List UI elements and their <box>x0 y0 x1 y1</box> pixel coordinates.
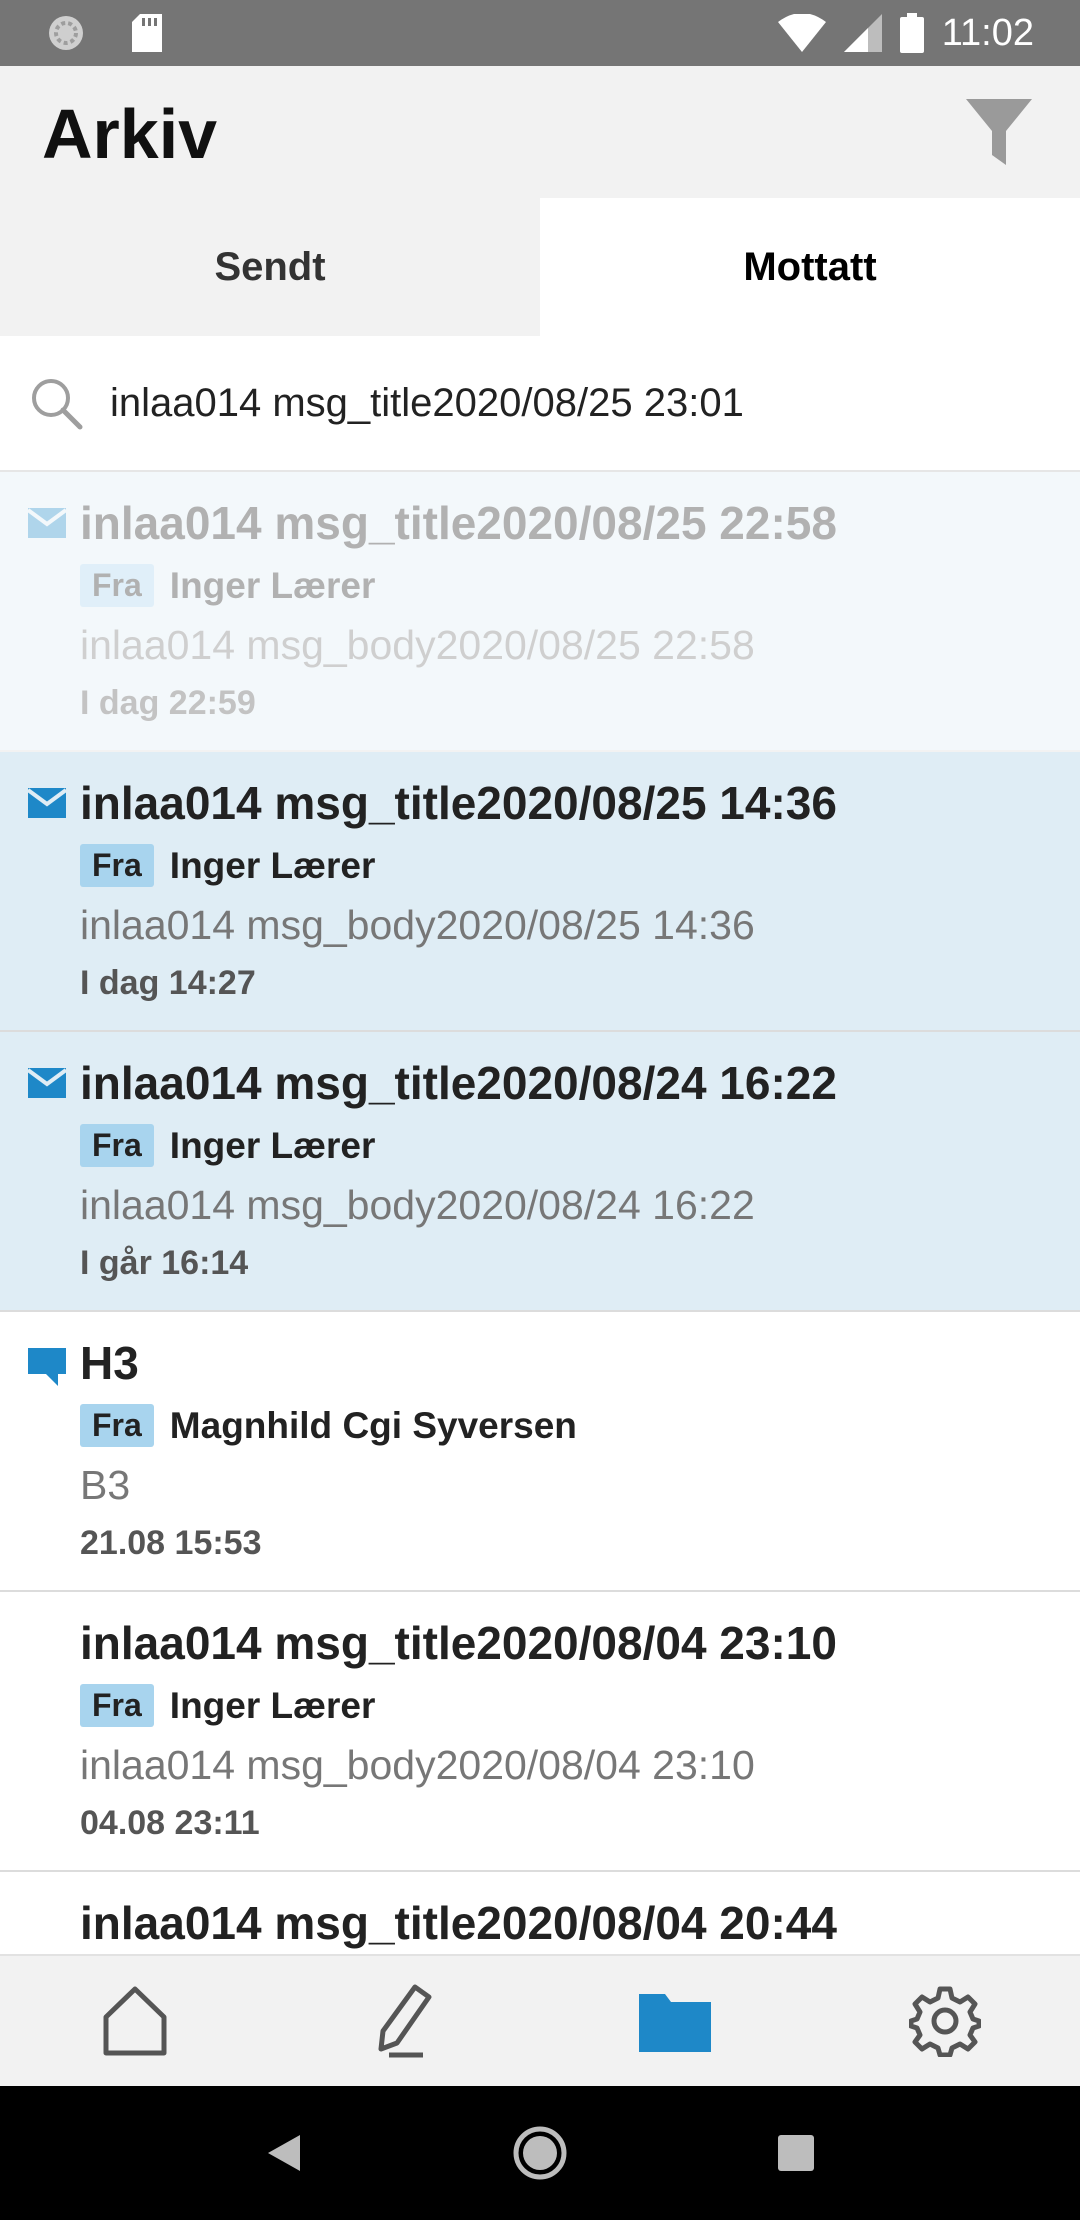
filter-icon <box>966 99 1032 165</box>
gear-icon <box>909 1986 981 2057</box>
message-from: Fra Inger Lærer <box>80 1124 375 1167</box>
message-sender: Magnhild Cgi Syversen <box>169 1404 577 1446</box>
message-item[interactable]: inlaa014 msg_title2020/08/25 22:58 Fra I… <box>0 472 1080 752</box>
message-from: Fra Inger Lærer <box>80 1684 375 1727</box>
bottom-navigation <box>0 1954 1080 2086</box>
search-icon <box>32 379 83 430</box>
wifi-icon <box>777 14 826 52</box>
message-sender: Inger Lærer <box>169 1124 376 1166</box>
filter-button[interactable] <box>956 88 1042 174</box>
from-badge: Fra <box>80 1124 154 1167</box>
tab-sent[interactable]: Sendt <box>0 198 540 336</box>
message-title: inlaa014 msg_title2020/08/25 14:36 <box>80 777 837 829</box>
message-time: I dag 22:59 <box>80 684 256 722</box>
system-navigation-bar <box>0 2086 1080 2220</box>
sd-card-icon <box>132 14 162 52</box>
message-item[interactable]: inlaa014 msg_title2020/08/24 16:22 Fra I… <box>0 1032 1080 1312</box>
nav-settings[interactable] <box>810 1956 1080 2086</box>
pen-icon <box>378 1984 432 2058</box>
nav-home[interactable] <box>0 1956 270 2086</box>
message-from: Fra Inger Lærer <box>80 564 375 607</box>
message-sender: Inger Lærer <box>169 844 376 886</box>
from-badge: Fra <box>80 1684 154 1727</box>
message-time: I går 16:14 <box>80 1244 249 1282</box>
chat-bubble-icon <box>28 1348 66 1386</box>
message-body: inlaa014 msg_body2020/08/25 14:36 <box>80 902 755 948</box>
app-header: Arkiv <box>0 66 1080 198</box>
message-item[interactable]: inlaa014 msg_title2020/08/04 20:44 <box>0 1872 1080 1954</box>
nav-compose[interactable] <box>270 1956 540 2086</box>
sync-icon <box>49 16 83 50</box>
page-title: Arkiv <box>42 95 218 173</box>
search-input[interactable] <box>110 380 1010 426</box>
from-badge: Fra <box>80 1404 154 1447</box>
battery-icon <box>899 13 924 53</box>
message-title: inlaa014 msg_title2020/08/04 23:10 <box>80 1617 837 1669</box>
envelope-icon <box>28 1068 66 1098</box>
message-sender: Inger Lærer <box>169 1684 376 1726</box>
from-badge: Fra <box>80 564 154 607</box>
message-sender: Inger Lærer <box>169 564 376 606</box>
message-title: inlaa014 msg_title2020/08/25 22:58 <box>80 497 837 549</box>
home-icon <box>103 1986 167 2056</box>
status-time: 11:02 <box>941 11 1034 54</box>
message-list: inlaa014 msg_title2020/08/25 22:58 Fra I… <box>0 472 1080 1954</box>
nav-archive[interactable] <box>540 1956 810 2086</box>
cell-signal-icon <box>843 14 882 52</box>
message-title: inlaa014 msg_title2020/08/04 20:44 <box>80 1897 837 1949</box>
tab-received[interactable]: Mottatt <box>540 198 1080 336</box>
message-time: I dag 14:27 <box>80 964 256 1002</box>
message-from: Fra Magnhild Cgi Syversen <box>80 1404 577 1447</box>
message-item[interactable]: inlaa014 msg_title2020/08/25 14:36 Fra I… <box>0 752 1080 1032</box>
message-from: Fra Inger Lærer <box>80 844 375 887</box>
message-item[interactable]: H3 Fra Magnhild Cgi Syversen B3 21.08 15… <box>0 1312 1080 1592</box>
message-title: H3 <box>80 1337 139 1389</box>
home-circle-icon[interactable] <box>513 2126 567 2180</box>
search-bar <box>0 336 1080 472</box>
from-badge: Fra <box>80 844 154 887</box>
folder-icon <box>639 1994 711 2052</box>
recents-icon[interactable] <box>778 2135 815 2171</box>
back-icon[interactable] <box>266 2133 302 2173</box>
status-bar: 11:02 <box>0 0 1080 66</box>
message-time: 04.08 23:11 <box>80 1804 260 1842</box>
envelope-icon <box>28 508 66 538</box>
message-time: 21.08 15:53 <box>80 1524 262 1562</box>
envelope-icon <box>28 788 66 818</box>
message-body: inlaa014 msg_body2020/08/24 16:22 <box>80 1182 755 1228</box>
tab-bar: Sendt Mottatt <box>0 198 1080 336</box>
message-body: B3 <box>80 1462 131 1508</box>
message-body: inlaa014 msg_body2020/08/25 22:58 <box>80 622 755 668</box>
message-body: inlaa014 msg_body2020/08/04 23:10 <box>80 1742 755 1788</box>
message-item[interactable]: inlaa014 msg_title2020/08/04 23:10 Fra I… <box>0 1592 1080 1872</box>
message-title: inlaa014 msg_title2020/08/24 16:22 <box>80 1057 837 1109</box>
